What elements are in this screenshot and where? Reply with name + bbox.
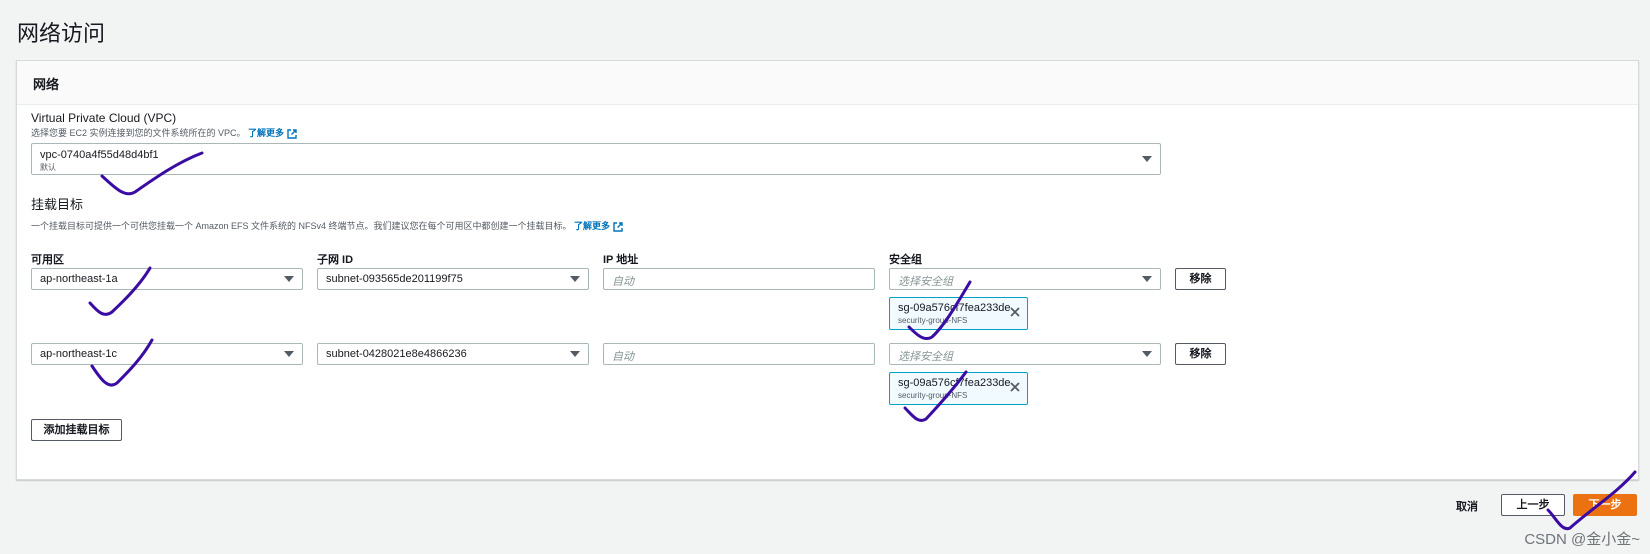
close-icon[interactable] <box>1008 305 1022 319</box>
cancel-button[interactable]: 取消 <box>1456 498 1478 514</box>
chevron-down-icon <box>1142 156 1152 162</box>
network-panel: 网络 Virtual Private Cloud (VPC) 选择您要 EC2 … <box>16 60 1639 480</box>
security-group-placeholder: 选择安全组 <box>898 351 953 363</box>
add-mount-target-button[interactable]: 添加挂载目标 <box>31 419 122 441</box>
external-link-icon <box>287 128 297 139</box>
vpc-description: 选择您要 EC2 实例连接到您的文件系统所在的 VPC。 了解更多 <box>31 126 297 139</box>
panel-title: 网络 <box>33 77 60 92</box>
column-header-az: 可用区 <box>31 254 64 266</box>
az-select[interactable]: ap-northeast-1c <box>31 343 303 365</box>
az-select-value: ap-northeast-1a <box>40 273 118 285</box>
watermark: CSDN @金小金~ <box>1524 531 1640 548</box>
vpc-select-value: vpc-0740a4f55d48d4bf1 <box>40 149 159 161</box>
chevron-down-icon <box>284 351 294 357</box>
security-group-token-name: security-group-NFS <box>898 391 968 400</box>
mount-learn-more-link[interactable]: 了解更多 <box>574 221 623 232</box>
external-link-icon <box>613 221 623 232</box>
security-group-placeholder: 选择安全组 <box>898 276 953 288</box>
security-group-token: sg-09a576cf7fea233de security-group-NFS <box>889 297 1028 330</box>
remove-button[interactable]: 移除 <box>1175 268 1226 290</box>
chevron-down-icon <box>570 276 580 282</box>
subnet-select[interactable]: subnet-0428021e8e4866236 <box>317 343 589 365</box>
subnet-select-value: subnet-093565de201199f75 <box>326 273 463 285</box>
chevron-down-icon <box>570 351 580 357</box>
security-group-token-id: sg-09a576cf7fea233de <box>898 377 1011 389</box>
security-group-token: sg-09a576cf7fea233de security-group-NFS <box>889 372 1028 405</box>
security-group-select[interactable]: 选择安全组 <box>889 343 1161 365</box>
az-select-value: ap-northeast-1c <box>40 348 118 360</box>
mount-targets-description: 一个挂载目标可提供一个可供您挂载一个 Amazon EFS 文件系统的 NFSv… <box>31 219 623 232</box>
next-button[interactable]: 下一步 <box>1573 494 1637 516</box>
ip-address-input[interactable]: 自动 <box>603 343 875 365</box>
ip-address-placeholder: 自动 <box>612 276 634 288</box>
column-header-ip: IP 地址 <box>603 254 639 266</box>
chevron-down-icon <box>284 276 294 282</box>
vpc-select[interactable]: vpc-0740a4f55d48d4bf1 默认 <box>31 143 1161 175</box>
vpc-learn-more-link[interactable]: 了解更多 <box>248 128 297 139</box>
remove-button[interactable]: 移除 <box>1175 343 1226 365</box>
chevron-down-icon <box>1142 276 1152 282</box>
mount-targets-title: 挂载目标 <box>31 197 84 212</box>
security-group-token-name: security-group-NFS <box>898 316 968 325</box>
column-header-security-group: 安全组 <box>889 254 922 266</box>
mount-description-text: 一个挂载目标可提供一个可供您挂载一个 Amazon EFS 文件系统的 NFSv… <box>31 221 572 231</box>
vpc-learn-more-text[interactable]: 了解更多 <box>248 128 284 138</box>
subnet-select[interactable]: subnet-093565de201199f75 <box>317 268 589 290</box>
column-header-subnet: 子网 ID <box>317 254 354 266</box>
ip-address-placeholder: 自动 <box>612 351 634 363</box>
chevron-down-icon <box>1142 351 1152 357</box>
page-title: 网络访问 <box>17 21 106 46</box>
vpc-select-sublabel: 默认 <box>40 163 56 172</box>
panel-header: 网络 <box>17 61 1638 105</box>
previous-button[interactable]: 上一步 <box>1501 494 1565 516</box>
az-select[interactable]: ap-northeast-1a <box>31 268 303 290</box>
subnet-select-value: subnet-0428021e8e4866236 <box>326 348 467 360</box>
ip-address-input[interactable]: 自动 <box>603 268 875 290</box>
mount-learn-more-text[interactable]: 了解更多 <box>574 221 610 231</box>
security-group-select[interactable]: 选择安全组 <box>889 268 1161 290</box>
security-group-token-id: sg-09a576cf7fea233de <box>898 302 1011 314</box>
vpc-label: Virtual Private Cloud (VPC) <box>31 111 177 125</box>
vpc-description-text: 选择您要 EC2 实例连接到您的文件系统所在的 VPC。 <box>31 128 246 138</box>
close-icon[interactable] <box>1008 380 1022 394</box>
